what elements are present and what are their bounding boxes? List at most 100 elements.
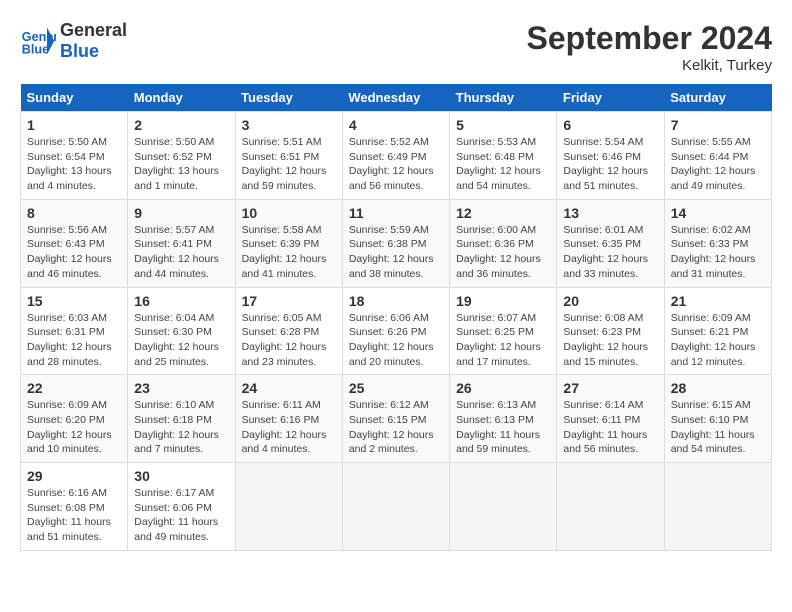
month-title: September 2024 — [527, 20, 772, 57]
calendar-cell: 29 Sunrise: 6:16 AM Sunset: 6:08 PM Dayli… — [21, 463, 128, 551]
calendar-cell: 12Sunrise: 6:00 AM Sunset: 6:36 PM Dayli… — [450, 199, 557, 287]
day-info: Sunrise: 6:11 AM Sunset: 6:16 PM Dayligh… — [242, 398, 336, 457]
day-number: 14 — [671, 205, 765, 221]
weekday-monday: Monday — [128, 84, 235, 112]
day-info: Sunrise: 5:59 AM Sunset: 6:38 PM Dayligh… — [349, 223, 443, 282]
calendar-cell: 1 Sunrise: 5:50 AM Sunset: 6:54 PM Daylig… — [21, 112, 128, 200]
calendar-cell: 7 Sunrise: 5:55 AM Sunset: 6:44 PM Daylig… — [664, 112, 771, 200]
day-number: 5 — [456, 117, 550, 133]
logo: General Blue General Blue — [20, 20, 127, 62]
day-info: Sunrise: 5:57 AM Sunset: 6:41 PM Dayligh… — [134, 223, 228, 282]
day-number: 29 — [27, 468, 121, 484]
calendar-cell: 11 Sunrise: 5:59 AM Sunset: 6:38 PM Dayli… — [342, 199, 449, 287]
calendar-body: 1 Sunrise: 5:50 AM Sunset: 6:54 PM Daylig… — [21, 112, 772, 551]
calendar-cell: 14Sunrise: 6:02 AM Sunset: 6:33 PM Dayli… — [664, 199, 771, 287]
calendar-cell: 16 Sunrise: 6:04 AM Sunset: 6:30 PM Dayli… — [128, 287, 235, 375]
day-info: Sunrise: 5:55 AM Sunset: 6:44 PM Dayligh… — [671, 135, 765, 194]
weekday-wednesday: Wednesday — [342, 84, 449, 112]
calendar-cell: 4 Sunrise: 5:52 AM Sunset: 6:49 PM Daylig… — [342, 112, 449, 200]
day-number: 26 — [456, 380, 550, 396]
day-number: 30 — [134, 468, 228, 484]
day-info: Sunrise: 6:09 AM Sunset: 6:20 PM Dayligh… — [27, 398, 121, 457]
day-number: 1 — [27, 117, 121, 133]
day-number: 28 — [671, 380, 765, 396]
weekday-sunday: Sunday — [21, 84, 128, 112]
logo-text: General Blue — [60, 20, 127, 62]
weekday-thursday: Thursday — [450, 84, 557, 112]
weekday-saturday: Saturday — [664, 84, 771, 112]
day-number: 27 — [563, 380, 657, 396]
day-number: 9 — [134, 205, 228, 221]
calendar-week-1: 1 Sunrise: 5:50 AM Sunset: 6:54 PM Daylig… — [21, 112, 772, 200]
location: Kelkit, Turkey — [527, 57, 772, 74]
calendar-week-4: 22 Sunrise: 6:09 AM Sunset: 6:20 PM Dayli… — [21, 375, 772, 463]
day-number: 3 — [242, 117, 336, 133]
calendar-table: SundayMondayTuesdayWednesdayThursdayFrid… — [20, 84, 772, 551]
day-info: Sunrise: 6:04 AM Sunset: 6:30 PM Dayligh… — [134, 311, 228, 370]
calendar-cell: 6Sunrise: 5:54 AM Sunset: 6:46 PM Daylig… — [557, 112, 664, 200]
calendar-cell: 9 Sunrise: 5:57 AM Sunset: 6:41 PM Daylig… — [128, 199, 235, 287]
day-info: Sunrise: 6:16 AM Sunset: 6:08 PM Dayligh… — [27, 486, 121, 545]
day-number: 13 — [563, 205, 657, 221]
day-number: 11 — [349, 205, 443, 221]
day-number: 7 — [671, 117, 765, 133]
calendar-cell: 24 Sunrise: 6:11 AM Sunset: 6:16 PM Dayli… — [235, 375, 342, 463]
day-info: Sunrise: 6:08 AM Sunset: 6:23 PM Dayligh… — [563, 311, 657, 370]
day-info: Sunrise: 5:50 AM Sunset: 6:54 PM Dayligh… — [27, 135, 121, 194]
weekday-header-row: SundayMondayTuesdayWednesdayThursdayFrid… — [21, 84, 772, 112]
calendar-cell: 28 Sunrise: 6:15 AM Sunset: 6:10 PM Dayli… — [664, 375, 771, 463]
calendar-cell — [450, 463, 557, 551]
calendar-cell — [664, 463, 771, 551]
day-info: Sunrise: 6:17 AM Sunset: 6:06 PM Dayligh… — [134, 486, 228, 545]
calendar-cell: 19Sunrise: 6:07 AM Sunset: 6:25 PM Dayli… — [450, 287, 557, 375]
day-number: 8 — [27, 205, 121, 221]
day-number: 25 — [349, 380, 443, 396]
calendar-cell: 18Sunrise: 6:06 AM Sunset: 6:26 PM Dayli… — [342, 287, 449, 375]
calendar-cell: 23Sunrise: 6:10 AM Sunset: 6:18 PM Dayli… — [128, 375, 235, 463]
calendar-week-3: 15 Sunrise: 6:03 AM Sunset: 6:31 PM Dayli… — [21, 287, 772, 375]
calendar-cell: 17Sunrise: 6:05 AM Sunset: 6:28 PM Dayli… — [235, 287, 342, 375]
day-number: 19 — [456, 293, 550, 309]
calendar-cell: 21Sunrise: 6:09 AM Sunset: 6:21 PM Dayli… — [664, 287, 771, 375]
day-number: 2 — [134, 117, 228, 133]
calendar-cell — [342, 463, 449, 551]
calendar-cell: 5Sunrise: 5:53 AM Sunset: 6:48 PM Daylig… — [450, 112, 557, 200]
day-number: 6 — [563, 117, 657, 133]
calendar-cell: 13 Sunrise: 6:01 AM Sunset: 6:35 PM Dayli… — [557, 199, 664, 287]
calendar-cell: 27Sunrise: 6:14 AM Sunset: 6:11 PM Dayli… — [557, 375, 664, 463]
day-info: Sunrise: 6:12 AM Sunset: 6:15 PM Dayligh… — [349, 398, 443, 457]
logo-blue: Blue — [60, 41, 99, 61]
page-header: General Blue General Blue September 2024… — [20, 20, 772, 74]
day-info: Sunrise: 5:56 AM Sunset: 6:43 PM Dayligh… — [27, 223, 121, 282]
logo-general: General — [60, 20, 127, 40]
day-info: Sunrise: 6:15 AM Sunset: 6:10 PM Dayligh… — [671, 398, 765, 457]
day-info: Sunrise: 6:03 AM Sunset: 6:31 PM Dayligh… — [27, 311, 121, 370]
day-info: Sunrise: 6:09 AM Sunset: 6:21 PM Dayligh… — [671, 311, 765, 370]
calendar-cell: 3Sunrise: 5:51 AM Sunset: 6:51 PM Daylig… — [235, 112, 342, 200]
day-info: Sunrise: 6:10 AM Sunset: 6:18 PM Dayligh… — [134, 398, 228, 457]
day-number: 18 — [349, 293, 443, 309]
calendar-cell: 20 Sunrise: 6:08 AM Sunset: 6:23 PM Dayli… — [557, 287, 664, 375]
calendar-cell: 26Sunrise: 6:13 AM Sunset: 6:13 PM Dayli… — [450, 375, 557, 463]
day-number: 24 — [242, 380, 336, 396]
weekday-friday: Friday — [557, 84, 664, 112]
day-number: 16 — [134, 293, 228, 309]
weekday-tuesday: Tuesday — [235, 84, 342, 112]
calendar-cell: 10Sunrise: 5:58 AM Sunset: 6:39 PM Dayli… — [235, 199, 342, 287]
day-info: Sunrise: 6:05 AM Sunset: 6:28 PM Dayligh… — [242, 311, 336, 370]
calendar-week-5: 29 Sunrise: 6:16 AM Sunset: 6:08 PM Dayli… — [21, 463, 772, 551]
day-info: Sunrise: 6:00 AM Sunset: 6:36 PM Dayligh… — [456, 223, 550, 282]
calendar-cell: 22 Sunrise: 6:09 AM Sunset: 6:20 PM Dayli… — [21, 375, 128, 463]
calendar-cell: 25 Sunrise: 6:12 AM Sunset: 6:15 PM Dayli… — [342, 375, 449, 463]
day-number: 22 — [27, 380, 121, 396]
calendar-cell: 30 Sunrise: 6:17 AM Sunset: 6:06 PM Dayli… — [128, 463, 235, 551]
calendar-header: SundayMondayTuesdayWednesdayThursdayFrid… — [21, 84, 772, 112]
calendar-cell — [557, 463, 664, 551]
day-number: 15 — [27, 293, 121, 309]
calendar-cell: 8 Sunrise: 5:56 AM Sunset: 6:43 PM Daylig… — [21, 199, 128, 287]
day-number: 4 — [349, 117, 443, 133]
day-info: Sunrise: 6:01 AM Sunset: 6:35 PM Dayligh… — [563, 223, 657, 282]
day-number: 20 — [563, 293, 657, 309]
day-info: Sunrise: 5:52 AM Sunset: 6:49 PM Dayligh… — [349, 135, 443, 194]
logo-icon: General Blue — [20, 23, 56, 59]
